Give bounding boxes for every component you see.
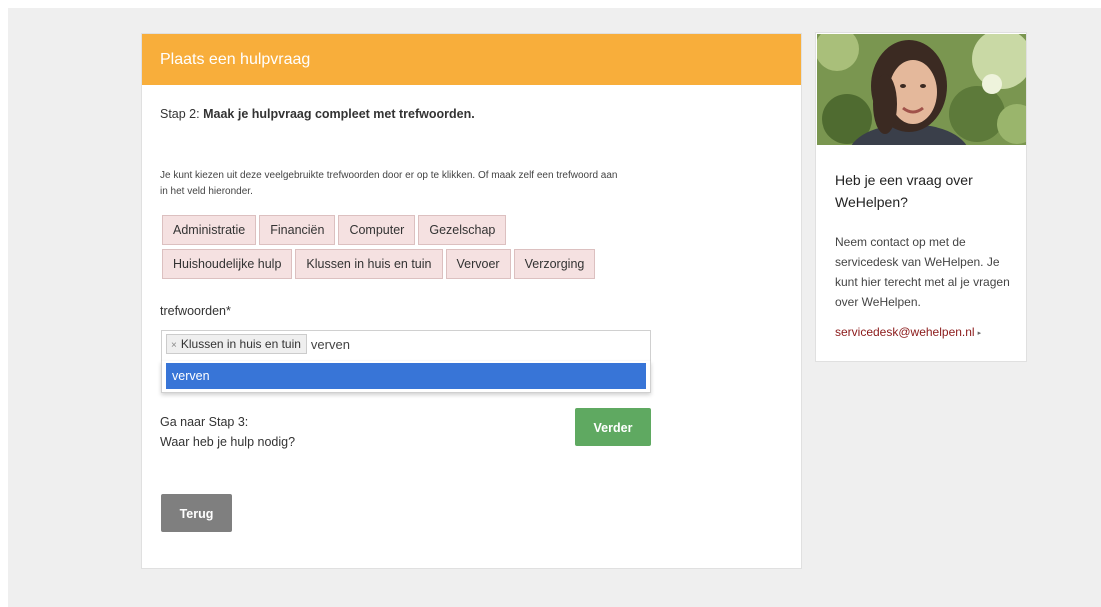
autocomplete-option[interactable]: verven (166, 363, 646, 389)
selected-tag-chip: × Klussen in huis en tuin (166, 334, 307, 354)
contact-photo (817, 34, 1026, 145)
step-prefix: Stap 2: (160, 107, 200, 121)
card-header: Plaats een hulpvraag (142, 34, 801, 85)
sidebar-text: Neem contact op met de servicedesk van W… (835, 235, 1010, 309)
step-heading: Stap 2: Maak je hulpvraag compleet met t… (160, 107, 475, 121)
intro-text: Je kunt kiezen uit deze veelgebruikte tr… (160, 170, 618, 197)
servicedesk-link[interactable]: servicedesk@wehelpen.nl ▸ (835, 325, 981, 339)
keywords-label: trefwoorden* (160, 304, 231, 318)
suggested-tag[interactable]: Computer (338, 215, 416, 245)
arrow-right-icon: ▸ (977, 329, 982, 337)
suggested-tag[interactable]: Administratie (162, 215, 257, 245)
servicedesk-link-text: servicedesk@wehelpen.nl (835, 325, 975, 339)
sidebar-title: Heb je een vraag over WeHelpen? (835, 172, 973, 210)
next-button[interactable]: Verder (575, 408, 651, 446)
next-step-line2: Waar heb je hulp nodig? (160, 435, 296, 449)
suggested-tag[interactable]: Klussen in huis en tuin (295, 249, 443, 279)
step-title: Maak je hulpvraag compleet met trefwoord… (203, 107, 475, 121)
selected-tag-label: Klussen in huis en tuin (180, 337, 301, 351)
keywords-input[interactable]: × Klussen in huis en tuin verven (161, 330, 651, 362)
next-step-line1: Ga naar Stap 3: (160, 415, 249, 429)
help-request-card: Plaats een hulpvraag Stap 2: Maak je hul… (141, 33, 802, 569)
suggested-tag[interactable]: Gezelschap (418, 215, 507, 245)
autocomplete-dropdown: verven (161, 361, 651, 393)
page-background: Plaats een hulpvraag Stap 2: Maak je hul… (8, 8, 1101, 607)
remove-tag-icon[interactable]: × (171, 340, 177, 351)
contact-photo-image (817, 34, 1026, 145)
suggested-tag[interactable]: Huishoudelijke hulp (162, 249, 293, 279)
keywords-typed-text[interactable]: verven (311, 337, 350, 352)
suggested-tags: Administratie Financiën Computer Gezelschap… (162, 215, 632, 283)
suggested-tag[interactable]: Financiën (259, 215, 336, 245)
back-button[interactable]: Terug (161, 494, 232, 532)
suggested-tag[interactable]: Verzorging (513, 249, 596, 279)
next-step-text: Ga naar Stap 3: Waar heb je hulp nodig? (160, 412, 295, 452)
help-sidebar: Heb je een vraag over WeHelpen? Neem con… (815, 32, 1027, 362)
suggested-tag[interactable]: Vervoer (445, 249, 511, 279)
